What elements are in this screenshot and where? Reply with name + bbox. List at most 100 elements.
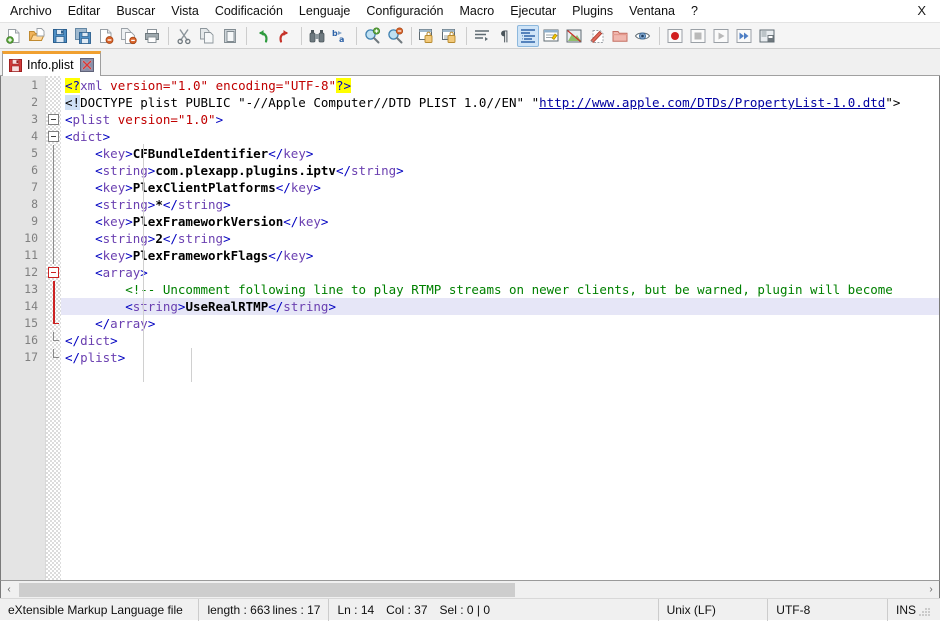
monitoring-button[interactable] [632,25,654,47]
play-icon [712,27,730,45]
toolbar-separator [659,27,660,45]
code-line-17: </plist> [61,349,939,366]
horizontal-scrollbar[interactable]: ‹ › [0,580,940,598]
menu-item-codificacion[interactable]: Codificación [207,1,291,22]
status-insert-mode: INS [888,599,940,621]
show-all-chars-button[interactable]: ¶ [494,25,516,47]
save-macro-button[interactable] [756,25,778,47]
save-button[interactable] [49,25,71,47]
code-line-6: <string>com.plexapp.plugins.iptv</string… [61,162,939,179]
menu-item-help[interactable]: ? [683,1,706,22]
menu-item-editar[interactable]: Editar [60,1,109,22]
fold-row [46,247,61,264]
copy-button[interactable] [196,25,218,47]
notepadpp-window: Archivo Editar Buscar Vista Codificación… [0,0,940,620]
save-all-button[interactable] [72,25,94,47]
word-wrap-button[interactable] [471,25,493,47]
scroll-right-arrow-icon[interactable]: › [923,582,939,598]
status-sel: Sel : 0 | 0 [440,603,490,617]
toolbar: b a [0,22,940,49]
close-icon[interactable] [80,58,94,72]
code-line-3: <plist version="1.0"> [61,111,939,128]
play-macro-button[interactable] [710,25,732,47]
stop-macro-button[interactable] [687,25,709,47]
stop-icon [689,27,707,45]
function-list-icon [588,27,606,45]
menu-item-configuracion[interactable]: Configuración [358,1,451,22]
close-file-button[interactable] [95,25,117,47]
fold-toggle-icon[interactable] [48,131,59,142]
fold-row [46,230,61,247]
line-number: 8 [1,196,45,213]
code-content[interactable]: <?xml version="1.0" encoding="UTF-8"?> <… [61,76,939,580]
code-line-1: <?xml version="1.0" encoding="UTF-8"?> [61,77,939,94]
fold-row [46,332,61,349]
status-ln: Ln : 14 [337,603,374,617]
toolbar-separator [356,27,357,45]
paste-button[interactable] [219,25,241,47]
open-file-button[interactable] [26,25,48,47]
sync-vertical-button[interactable] [416,25,438,47]
fold-row [46,281,61,298]
function-list-button[interactable] [586,25,608,47]
zoom-in-button[interactable] [361,25,383,47]
code-line-4: <dict> [61,128,939,145]
find-button[interactable] [306,25,328,47]
zoom-out-button[interactable] [384,25,406,47]
menu-item-lenguaje[interactable]: Lenguaje [291,1,358,22]
fold-row [46,179,61,196]
user-defined-language-button[interactable] [540,25,562,47]
scrollbar-thumb[interactable] [19,583,515,597]
menu-item-archivo[interactable]: Archivo [2,1,60,22]
folder-as-workspace-button[interactable] [609,25,631,47]
status-caret-position: Ln : 14 Col : 37 Sel : 0 | 0 [329,599,658,621]
fold-toggle-icon[interactable] [48,114,59,125]
close-all-icon [120,27,138,45]
scrollbar-track[interactable] [17,582,923,598]
fold-toggle-icon[interactable] [48,267,59,278]
menu-item-ejecutar[interactable]: Ejecutar [502,1,564,22]
menu-item-macro[interactable]: Macro [452,1,503,22]
fold-line [53,145,54,162]
close-all-button[interactable] [118,25,140,47]
print-button[interactable] [141,25,163,47]
folder-workspace-icon [611,27,629,45]
toolbar-separator [168,27,169,45]
redo-button[interactable] [274,25,296,47]
fold-line [53,213,54,230]
run-macro-multiple-button[interactable] [733,25,755,47]
scissors-icon [175,27,193,45]
menu-item-vista[interactable]: Vista [163,1,207,22]
svg-text:a: a [339,35,344,44]
pilcrow-icon: ¶ [496,27,514,45]
toolbar-separator [411,27,412,45]
document-map-button[interactable] [563,25,585,47]
fold-row-4[interactable] [46,128,61,145]
scroll-left-arrow-icon[interactable]: ‹ [1,582,17,598]
menu-item-plugins[interactable]: Plugins [564,1,621,22]
menu-item-buscar[interactable]: Buscar [108,1,163,22]
tab-info-plist[interactable]: Info.plist [2,51,101,76]
record-macro-button[interactable] [664,25,686,47]
fold-row-3[interactable] [46,111,61,128]
zoom-out-icon [386,27,404,45]
code-line-10: <string>2</string> [61,230,939,247]
toolbar-separator [301,27,302,45]
undo-button[interactable] [251,25,273,47]
sync-horizontal-button[interactable] [439,25,461,47]
save-red-icon [9,59,22,72]
replace-button[interactable]: b a [329,25,351,47]
fold-row [46,77,61,94]
indent-guide-button[interactable] [517,25,539,47]
window-close-button[interactable]: X [911,3,932,18]
fold-margin[interactable] [46,76,61,580]
save-all-icon [74,27,92,45]
cut-button[interactable] [173,25,195,47]
new-file-button[interactable] [3,25,25,47]
editor-area[interactable]: 1 2 3 4 5 6 7 8 9 10 11 12 13 14 15 16 1… [0,76,940,580]
resize-grip-icon[interactable] [916,603,930,617]
fold-row-12[interactable] [46,264,61,281]
menu-item-ventana[interactable]: Ventana [621,1,683,22]
close-file-icon [97,27,115,45]
binoculars-icon [308,27,326,45]
